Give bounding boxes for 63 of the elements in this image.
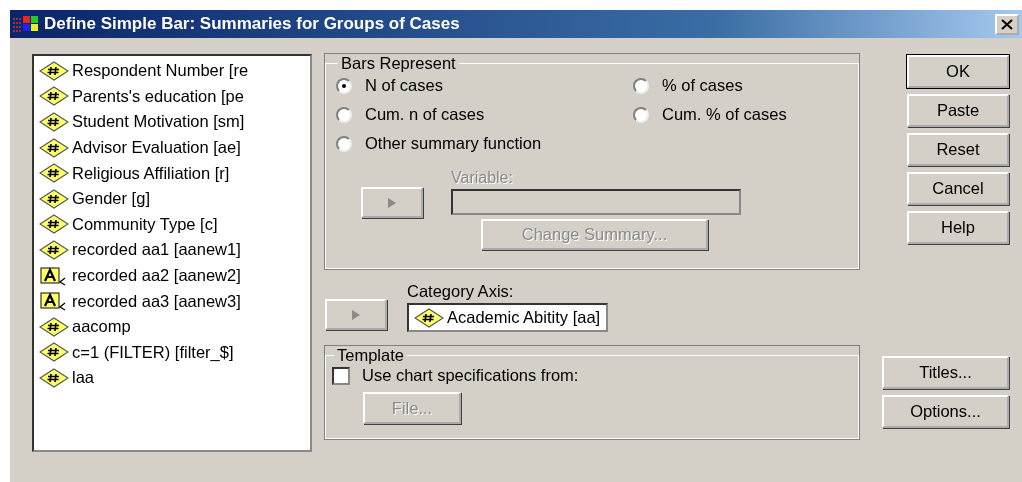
radio-button[interactable] xyxy=(633,106,649,123)
checkbox[interactable] xyxy=(332,366,350,385)
radio-label: Cum. % of cases xyxy=(662,105,787,124)
variable-item[interactable]: c=1 (FILTER) [filter_$] xyxy=(39,339,310,366)
dialog-button[interactable]: Paste xyxy=(907,94,1009,127)
radio-option[interactable]: % of cases xyxy=(633,74,858,97)
numeric-variable-icon xyxy=(39,112,69,132)
radio-label: N of cases xyxy=(365,76,443,95)
close-icon xyxy=(1001,18,1013,30)
radio-button[interactable] xyxy=(336,106,352,123)
radio-option[interactable]: Cum. n of cases xyxy=(336,103,633,126)
variable-item[interactable]: Advisor Evaluation [ae] xyxy=(39,134,310,161)
variable-item[interactable]: recorded aa3 [aanew3] xyxy=(39,288,310,314)
radio-label: Cum. n of cases xyxy=(365,105,485,124)
category-axis-field[interactable]: Academic Abitity [aa] xyxy=(407,303,609,332)
variable-item[interactable]: Student Motivation [sm] xyxy=(39,109,310,135)
variable-item[interactable]: laa xyxy=(39,365,310,391)
numeric-variable-icon xyxy=(39,367,69,388)
numeric-variable-icon xyxy=(39,214,69,235)
dialog-button[interactable]: OK xyxy=(907,55,1009,88)
dialog-button[interactable]: Options... xyxy=(882,395,1009,428)
numeric-variable-icon xyxy=(39,60,69,81)
radio-label: % of cases xyxy=(662,76,743,95)
numeric-variable-icon xyxy=(39,342,69,363)
variable-item[interactable]: Gender [g] xyxy=(39,185,310,212)
numeric-variable-icon xyxy=(39,188,69,209)
numeric-variable-icon xyxy=(39,163,69,184)
variable-item[interactable]: recorded aa1 [aanew1] xyxy=(39,237,310,263)
field-label: Variable: xyxy=(451,169,514,188)
variable-list[interactable] xyxy=(32,54,312,452)
app-icon xyxy=(12,15,40,33)
variable-item[interactable]: recorded aa2 [aanew2] xyxy=(39,262,310,289)
checkbox-option[interactable]: Use chart specifications from: xyxy=(332,366,858,385)
play-icon xyxy=(387,196,397,209)
field-value: Academic Abitity [aa] xyxy=(447,308,601,327)
group-title: Bars Represent xyxy=(340,54,457,73)
numeric-variable-icon xyxy=(39,316,69,337)
close-button[interactable] xyxy=(995,13,1019,35)
dialog-button[interactable]: Reset xyxy=(907,133,1009,166)
radio-label: Other summary function xyxy=(365,134,542,153)
variable-item[interactable]: Parents's education [pe xyxy=(39,83,310,110)
radio-option[interactable]: N of cases xyxy=(336,74,633,97)
group-title: Template xyxy=(336,346,405,365)
variable-item[interactable]: Religious Affiliation [r] xyxy=(39,160,310,186)
radio-button[interactable] xyxy=(633,77,649,94)
dialog-button[interactable]: Help xyxy=(907,211,1009,244)
variable-item[interactable]: Respondent Number [re xyxy=(39,58,310,84)
variable-item[interactable]: Community Type [c] xyxy=(39,211,310,238)
radio-option[interactable]: Other summary function xyxy=(336,132,858,155)
dialog-button[interactable]: Cancel xyxy=(907,172,1009,205)
field-label: Category Axis: xyxy=(407,282,515,302)
radio-button[interactable] xyxy=(336,77,352,94)
play-icon xyxy=(351,308,361,321)
numeric-variable-icon xyxy=(39,239,69,260)
numeric-variable-icon xyxy=(39,86,69,107)
radio-option[interactable]: Cum. % of cases xyxy=(633,103,858,126)
variable-item[interactable]: aacomp xyxy=(39,313,310,340)
numeric-variable-icon xyxy=(39,137,69,158)
radio-button[interactable] xyxy=(336,135,352,152)
dialog-button[interactable]: Titles... xyxy=(882,356,1009,389)
checkbox-label: Use chart specifications from: xyxy=(362,366,579,385)
numeric-variable-icon xyxy=(414,307,444,328)
window-title: Define Simple Bar: Summaries for Groups of Cases xyxy=(44,14,461,34)
